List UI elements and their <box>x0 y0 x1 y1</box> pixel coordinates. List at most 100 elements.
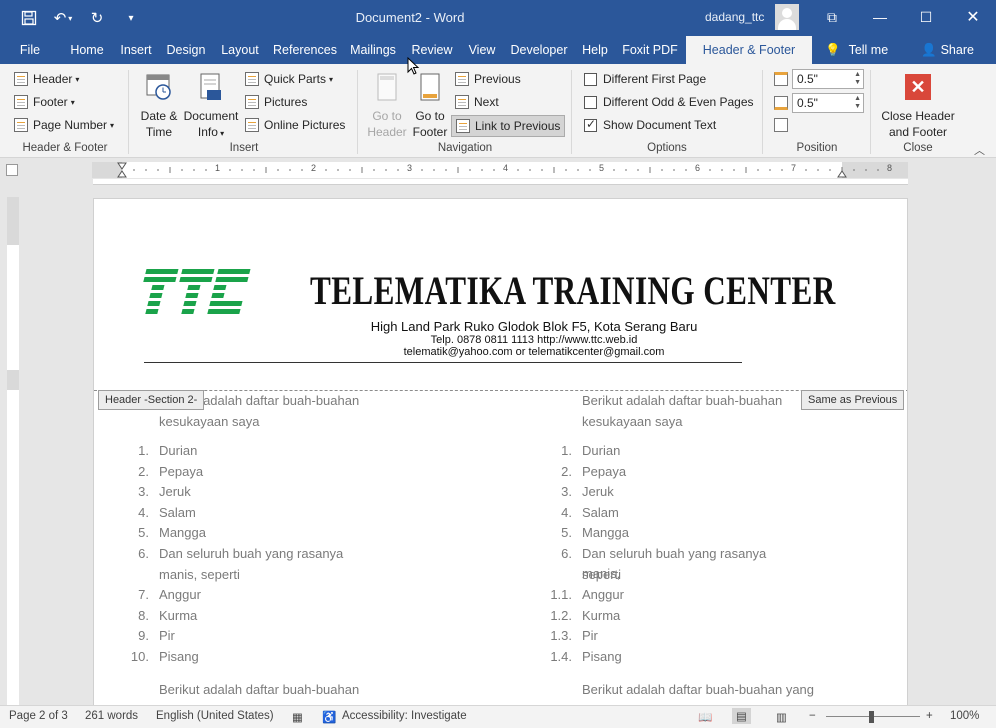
accessibility-icon[interactable]: ♿ <box>322 710 336 724</box>
tab-layout[interactable]: Layout <box>216 36 264 64</box>
list-text: Durian <box>582 443 621 458</box>
share-label: Share <box>940 43 974 57</box>
document-title: Document2 - Word <box>355 10 465 25</box>
right-intro-line-1: Berikut adalah daftar buah-buahan <box>582 393 783 408</box>
web-layout-icon[interactable]: ▥ <box>776 710 787 724</box>
go-to-header-button[interactable]: Go to Header <box>364 72 410 140</box>
close-header-label-2: and Footer <box>888 125 948 139</box>
list-number: 3. <box>561 484 572 500</box>
right-column: Berikut adalah daftar buah-buahan kesuka… <box>514 199 907 707</box>
previous-button[interactable]: Previous <box>455 72 521 86</box>
header-position-input[interactable]: 0.5" ▲ ▼ <box>792 69 864 89</box>
collapse-ribbon-icon[interactable]: ︿ <box>974 142 985 158</box>
document-page[interactable]: TELEMATIKA TRAINING CENTER High Land Par… <box>93 198 908 708</box>
footer-button[interactable]: Footer ▾ <box>14 95 75 109</box>
ribbon-display-icon[interactable]: ⧉ <box>809 2 855 32</box>
tab-help[interactable]: Help <box>578 36 612 64</box>
page-count[interactable]: Page 2 of 3 <box>9 710 68 722</box>
group-divider <box>571 70 572 154</box>
macro-record-icon[interactable]: ▦ <box>292 710 303 724</box>
language-status[interactable]: English (United States) <box>156 710 274 722</box>
page-number-button[interactable]: Page Number ▾ <box>14 118 114 132</box>
pictures-button[interactable]: Pictures <box>245 95 307 109</box>
vertical-ruler[interactable] <box>7 197 19 705</box>
mouse-cursor-icon <box>407 57 420 75</box>
tab-view[interactable]: View <box>462 36 502 64</box>
tab-developer[interactable]: Developer <box>506 36 572 64</box>
print-layout-icon[interactable]: ▤ <box>732 708 751 724</box>
user-name[interactable]: dadang_ttc <box>705 10 764 24</box>
zoom-in-icon[interactable]: + <box>926 710 933 722</box>
ruler-number: 3 <box>407 163 413 173</box>
checkbox-show-document-text[interactable] <box>584 117 597 132</box>
different-odd-even-checkbox[interactable]: Different Odd & Even Pages <box>584 95 754 109</box>
spinner-arrows-icon[interactable]: ▲ ▼ <box>854 95 861 111</box>
date-time-label-2: Time <box>145 125 173 139</box>
close-icon[interactable]: ✕ <box>950 2 996 32</box>
go-to-footer-button[interactable]: Go to Footer <box>410 72 450 140</box>
tab-references[interactable]: References <box>270 36 340 64</box>
document-info-icon <box>197 72 225 104</box>
ruler-number: 7 <box>791 163 797 173</box>
tell-me-search[interactable]: 💡 Tell me <box>825 36 888 64</box>
avatar[interactable] <box>775 4 799 30</box>
zoom-slider-thumb[interactable] <box>869 711 874 723</box>
date-time-button[interactable]: Date & Time <box>136 72 182 140</box>
previous-section-icon <box>455 72 469 86</box>
group-label-navigation: Navigation <box>437 142 493 154</box>
status-bar: Page 2 of 3 261 words English (United St… <box>0 705 996 728</box>
list-number: 10. <box>130 649 149 664</box>
ribbon-tabs: File Home Insert Design Layout Reference… <box>0 36 996 64</box>
header-position-value: 0.5" <box>797 72 818 86</box>
different-first-page-checkbox[interactable]: Different First Page <box>584 72 706 86</box>
footer-position-icon <box>774 96 788 110</box>
online-pictures-button[interactable]: Online Pictures <box>245 118 345 132</box>
read-mode-icon[interactable]: 📖 <box>698 710 712 724</box>
next-button[interactable]: Next <box>455 95 499 109</box>
show-document-text-checkbox[interactable]: Show Document Text <box>584 117 716 132</box>
checkbox-different-first-page[interactable] <box>584 72 597 86</box>
group-label-options: Options <box>647 142 687 154</box>
share-button[interactable]: 👤 Share <box>921 36 974 64</box>
document-info-button[interactable]: Document Info ▾ <box>182 72 240 142</box>
checkbox-different-odd-even[interactable] <box>584 95 597 109</box>
left-column: Berikut adalah daftar buah-buahan kesuka… <box>94 199 494 707</box>
go-to-header-label-2: Header <box>367 125 407 139</box>
tab-design[interactable]: Design <box>162 36 210 64</box>
tab-home[interactable]: Home <box>64 36 110 64</box>
insert-alignment-tab-icon[interactable] <box>774 118 788 132</box>
online-pictures-icon <box>245 118 259 132</box>
spinner-arrows-icon[interactable]: ▲ ▼ <box>854 71 861 87</box>
quick-parts-button[interactable]: Quick Parts ▾ <box>245 72 333 86</box>
header-position-icon <box>774 72 788 86</box>
horizontal-ruler[interactable]: 1 2 3 4 5 6 7 8 <box>92 162 908 178</box>
footer-icon <box>14 95 28 109</box>
ribbon-panel: Header ▾ Footer ▾ Page Number ▾ Header & Fo… <box>0 64 996 158</box>
footer-position-value: 0.5" <box>797 96 818 110</box>
close-header-footer-button[interactable]: ✕ Close Header and Footer <box>880 72 956 140</box>
header-button[interactable]: Header ▾ <box>14 72 79 86</box>
word-count[interactable]: 261 words <box>85 710 138 722</box>
link-to-previous-button[interactable]: Link to Previous <box>451 115 566 137</box>
tab-header-footer[interactable]: Header & Footer <box>686 36 812 64</box>
ruler-toggle-icon[interactable] <box>6 164 18 176</box>
tab-foxit-pdf[interactable]: Foxit PDF <box>618 36 682 64</box>
group-label-close: Close <box>903 142 933 154</box>
minimize-icon[interactable]: — <box>857 2 903 32</box>
footer-position-input[interactable]: 0.5" ▲ ▼ <box>792 93 864 113</box>
zoom-level[interactable]: 100% <box>950 710 979 722</box>
header-section-tag: Header -Section 2- <box>98 390 205 410</box>
tab-insert[interactable]: Insert <box>114 36 158 64</box>
list-number: 8. <box>138 607 149 623</box>
group-divider <box>357 70 358 154</box>
page-number-icon <box>14 118 28 132</box>
right-outro: Berikut adalah daftar buah-buahan yang <box>582 682 815 697</box>
tell-me-label: Tell me <box>848 43 889 57</box>
list-number: 1. <box>561 443 572 458</box>
accessibility-status[interactable]: Accessibility: Investigate <box>342 710 467 722</box>
maximize-icon[interactable]: ☐ <box>903 2 949 32</box>
zoom-out-icon[interactable]: − <box>809 710 816 722</box>
tab-mailings[interactable]: Mailings <box>345 36 401 64</box>
quick-parts-label: Quick Parts <box>264 72 327 86</box>
tab-file[interactable]: File <box>12 36 48 64</box>
